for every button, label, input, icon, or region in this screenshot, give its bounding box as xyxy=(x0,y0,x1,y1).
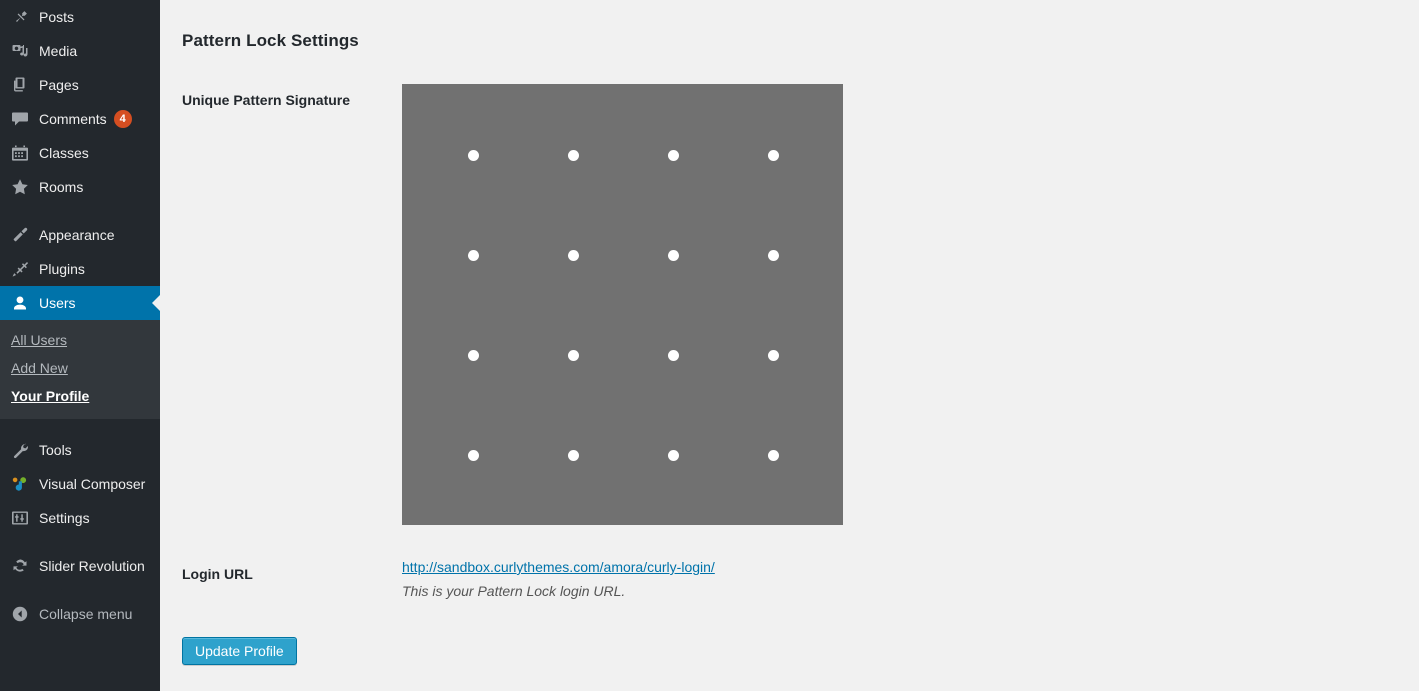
menu-item-label: Settings xyxy=(39,510,90,526)
menu-separator xyxy=(0,204,160,218)
sidebar-item-plugins[interactable]: Plugins xyxy=(0,252,160,286)
menu-item-label: Media xyxy=(39,43,78,59)
submenu-item-add-new[interactable]: Add New xyxy=(0,354,160,382)
users-submenu: All Users Add New Your Profile xyxy=(0,320,160,419)
menu-item-label: Pages xyxy=(39,77,79,93)
admin-sidebar: Posts Media Pages Comments 4 Classes Rooms Appe… xyxy=(0,0,160,691)
sidebar-item-tools[interactable]: Tools xyxy=(0,433,160,467)
collapse-menu-button[interactable]: Collapse menu xyxy=(0,597,160,631)
visual-composer-icon xyxy=(10,474,30,494)
comments-count-badge: 4 xyxy=(113,110,132,128)
pushpin-icon xyxy=(10,7,30,27)
admin-page: Posts Media Pages Comments 4 Classes Rooms Appe… xyxy=(0,0,1419,691)
menu-item-label: Users xyxy=(39,295,76,311)
pattern-dot[interactable] xyxy=(567,149,579,161)
submenu-item-all-users[interactable]: All Users xyxy=(0,326,160,354)
menu-group: Appearance Plugins Users All Users Add New Yo… xyxy=(0,218,160,419)
menu-item-label: Slider Revolution xyxy=(39,558,145,574)
menu-separator xyxy=(0,583,160,597)
menu-item-label: Visual Composer xyxy=(39,476,146,492)
pattern-dot[interactable] xyxy=(467,449,479,461)
sidebar-item-users[interactable]: Users xyxy=(0,286,160,320)
pattern-dot[interactable] xyxy=(667,349,679,361)
sliders-icon xyxy=(10,508,30,528)
login-url-description: This is your Pattern Lock login URL. xyxy=(402,583,626,599)
pattern-dot[interactable] xyxy=(667,449,679,461)
user-icon xyxy=(10,293,30,313)
pattern-dot[interactable] xyxy=(767,149,779,161)
sidebar-item-appearance[interactable]: Appearance xyxy=(0,218,160,252)
login-url-label: Login URL xyxy=(182,566,253,582)
menu-item-label: Plugins xyxy=(39,261,85,277)
pattern-dot[interactable] xyxy=(567,349,579,361)
comment-bubble-icon xyxy=(10,109,30,129)
menu-item-label: Comments xyxy=(39,111,107,127)
pattern-dot[interactable] xyxy=(667,249,679,261)
sidebar-item-comments[interactable]: Comments 4 xyxy=(0,102,160,136)
login-url-link[interactable]: http://sandbox.curlythemes.com/amora/cur… xyxy=(402,559,715,575)
menu-separator xyxy=(0,535,160,549)
pattern-dot[interactable] xyxy=(767,249,779,261)
paintbrush-icon xyxy=(10,225,30,245)
sidebar-item-media[interactable]: Media xyxy=(0,34,160,68)
pattern-dot[interactable] xyxy=(567,249,579,261)
refresh-icon xyxy=(10,556,30,576)
pattern-dot[interactable] xyxy=(467,249,479,261)
submenu-item-your-profile[interactable]: Your Profile xyxy=(0,382,160,410)
media-icon xyxy=(10,41,30,61)
menu-item-label: Classes xyxy=(39,145,89,161)
pattern-dot[interactable] xyxy=(667,149,679,161)
unique-pattern-signature-label: Unique Pattern Signature xyxy=(182,92,351,108)
menu-item-label: Rooms xyxy=(39,179,84,195)
menu-group: Tools Visual Composer Settings xyxy=(0,433,160,535)
menu-group: Slider Revolution xyxy=(0,549,160,583)
menu-item-label: Appearance xyxy=(39,227,115,243)
pattern-dot[interactable] xyxy=(767,349,779,361)
sidebar-item-rooms[interactable]: Rooms xyxy=(0,170,160,204)
sidebar-item-posts[interactable]: Posts xyxy=(0,0,160,34)
star-icon xyxy=(10,177,30,197)
page-title: Pattern Lock Settings xyxy=(182,31,359,50)
menu-separator xyxy=(0,419,160,433)
menu-group: Posts Media Pages Comments 4 Classes Rooms xyxy=(0,0,160,204)
pattern-dot[interactable] xyxy=(467,149,479,161)
pattern-lock-canvas[interactable] xyxy=(402,84,843,525)
update-profile-button[interactable]: Update Profile xyxy=(182,637,297,665)
sidebar-item-visual-composer[interactable]: Visual Composer xyxy=(0,467,160,501)
plug-icon xyxy=(10,259,30,279)
pages-icon xyxy=(10,75,30,95)
pattern-dot[interactable] xyxy=(467,349,479,361)
sidebar-item-pages[interactable]: Pages xyxy=(0,68,160,102)
pattern-dot[interactable] xyxy=(767,449,779,461)
menu-item-label: Posts xyxy=(39,9,75,25)
menu-item-label: Tools xyxy=(39,442,72,458)
main-content: Pattern Lock Settings Unique Pattern Sig… xyxy=(160,0,1419,691)
sidebar-item-settings[interactable]: Settings xyxy=(0,501,160,535)
pattern-dot[interactable] xyxy=(567,449,579,461)
calendar-icon xyxy=(10,143,30,163)
sidebar-item-classes[interactable]: Classes xyxy=(0,136,160,170)
sidebar-item-slider-revolution[interactable]: Slider Revolution xyxy=(0,549,160,583)
wrench-icon xyxy=(10,440,30,460)
collapse-menu-label: Collapse menu xyxy=(39,606,133,622)
collapse-arrow-icon xyxy=(10,604,30,624)
